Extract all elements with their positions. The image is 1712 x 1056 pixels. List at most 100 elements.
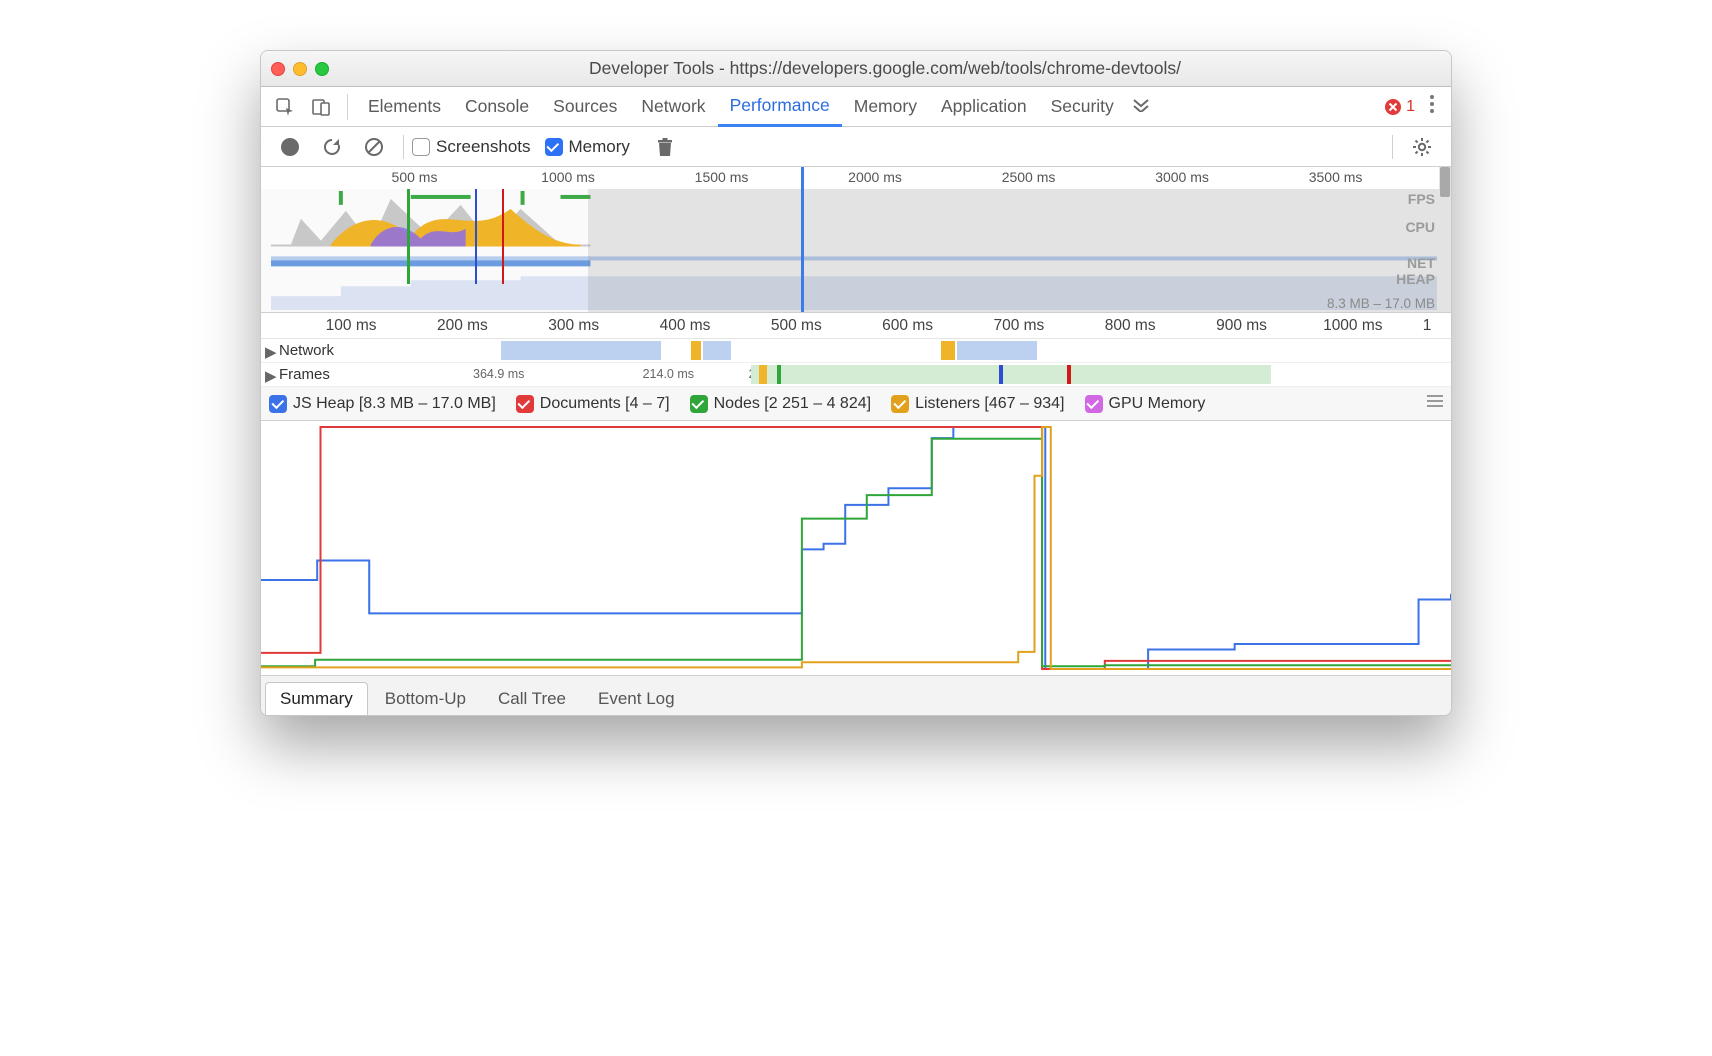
chart-series-js-heap-mb- bbox=[261, 427, 1451, 669]
tab-elements[interactable]: Elements bbox=[356, 87, 453, 127]
legend-checkbox-listeners[interactable] bbox=[891, 395, 909, 413]
overview-scrollbar-handle[interactable] bbox=[1440, 167, 1450, 197]
overview-heap-range: 8.3 MB – 17.0 MB bbox=[1327, 296, 1435, 311]
overview-marker-green bbox=[407, 189, 410, 284]
legend-checkbox-nodes[interactable] bbox=[690, 395, 708, 413]
memory-checkbox[interactable] bbox=[545, 138, 563, 156]
track-network-label: Network bbox=[279, 342, 334, 359]
separator bbox=[403, 135, 404, 159]
detail-tick: 400 ms bbox=[660, 317, 711, 335]
tab-performance[interactable]: Performance bbox=[718, 87, 842, 127]
detail-tick: 500 ms bbox=[771, 317, 822, 335]
chevron-right-icon[interactable]: ▶ bbox=[265, 343, 277, 361]
tab-security[interactable]: Security bbox=[1039, 87, 1126, 127]
devtools-menu-button[interactable] bbox=[1425, 94, 1439, 120]
legend-menu-icon[interactable] bbox=[1427, 394, 1443, 413]
detail-tick: 700 ms bbox=[993, 317, 1044, 335]
memory-chart[interactable] bbox=[261, 421, 1451, 675]
tab-console[interactable]: Console bbox=[453, 87, 541, 127]
memory-label: Memory bbox=[569, 137, 630, 157]
error-count-badge[interactable]: 1 bbox=[1384, 98, 1415, 116]
detail-tick: 800 ms bbox=[1105, 317, 1156, 335]
legend-label-jsheap: JS Heap [8.3 MB – 17.0 MB] bbox=[293, 395, 496, 413]
detail-ruler[interactable]: 100 ms 200 ms 300 ms 400 ms 500 ms 600 ms 700 … bbox=[261, 313, 1451, 339]
frame-time-1: 214.0 ms bbox=[643, 367, 694, 381]
delete-profile-button[interactable] bbox=[650, 132, 680, 162]
overview-dimmed-range bbox=[588, 189, 1439, 312]
legend-checkbox-jsheap[interactable] bbox=[269, 395, 287, 413]
details-tab-call-tree[interactable]: Call Tree bbox=[483, 682, 581, 715]
legend-docs[interactable]: Documents [4 – 7] bbox=[516, 395, 670, 413]
detail-tick: 1 bbox=[1423, 317, 1432, 335]
chart-series-documents bbox=[261, 427, 1451, 669]
detail-tick: 300 ms bbox=[548, 317, 599, 335]
detail-tick: 1000 ms bbox=[1323, 317, 1382, 335]
overview-scrollbar[interactable] bbox=[1439, 167, 1451, 312]
legend-checkbox-docs[interactable] bbox=[516, 395, 534, 413]
tab-network[interactable]: Network bbox=[629, 87, 717, 127]
overview-tick: 3000 ms bbox=[1155, 169, 1209, 185]
detail-tick: 600 ms bbox=[882, 317, 933, 335]
devtools-window: Developer Tools - https://developers.goo… bbox=[260, 50, 1452, 716]
detail-tick: 200 ms bbox=[437, 317, 488, 335]
chart-series-listeners bbox=[261, 427, 1451, 669]
overview-marker-red bbox=[502, 189, 504, 284]
error-count: 1 bbox=[1406, 98, 1415, 116]
legend-label-nodes: Nodes [2 251 – 4 824] bbox=[714, 395, 871, 413]
performance-toolbar: Screenshots Memory bbox=[261, 127, 1451, 167]
details-tab-bottom-up[interactable]: Bottom-Up bbox=[370, 682, 481, 715]
details-tab-summary[interactable]: Summary bbox=[265, 682, 368, 715]
track-frames[interactable]: ▶ Frames 364.9 ms 214.0 ms 222.9 ms bbox=[261, 363, 1451, 387]
overview-playhead[interactable] bbox=[801, 167, 804, 312]
legend-label-docs: Documents [4 – 7] bbox=[540, 395, 670, 413]
overview-tick: 3500 ms bbox=[1309, 169, 1363, 185]
record-button[interactable] bbox=[275, 132, 305, 162]
track-network[interactable]: ▶ Network bbox=[261, 339, 1451, 363]
overview-ruler: 500 ms1000 ms1500 ms2000 ms2500 ms3000 m… bbox=[261, 167, 1451, 189]
detail-tick: 900 ms bbox=[1216, 317, 1267, 335]
inspect-element-icon[interactable] bbox=[271, 93, 299, 121]
window-titlebar: Developer Tools - https://developers.goo… bbox=[261, 51, 1451, 87]
detail-tick: 100 ms bbox=[326, 317, 377, 335]
overview-tick: 1500 ms bbox=[695, 169, 749, 185]
chevron-right-icon[interactable]: ▶ bbox=[265, 367, 277, 385]
legend-checkbox-gpu[interactable] bbox=[1085, 395, 1103, 413]
details-tabstrip: SummaryBottom-UpCall TreeEvent Log bbox=[261, 675, 1451, 715]
chart-series-nodes bbox=[261, 427, 1451, 666]
overview-marker-blue bbox=[475, 189, 477, 284]
minimize-window-button[interactable] bbox=[293, 62, 307, 76]
tab-memory[interactable]: Memory bbox=[842, 87, 929, 127]
legend-nodes[interactable]: Nodes [2 251 – 4 824] bbox=[690, 395, 871, 413]
track-frames-label: Frames bbox=[279, 366, 330, 383]
overview-lane-heap: HEAP bbox=[1396, 271, 1435, 287]
separator bbox=[347, 94, 348, 120]
capture-settings-button[interactable] bbox=[1407, 132, 1437, 162]
device-toolbar-icon[interactable] bbox=[307, 93, 335, 121]
legend-gpu[interactable]: GPU Memory bbox=[1085, 395, 1206, 413]
screenshots-checkbox[interactable] bbox=[412, 138, 430, 156]
zoom-window-button[interactable] bbox=[315, 62, 329, 76]
tab-sources[interactable]: Sources bbox=[541, 87, 629, 127]
overview-tick: 500 ms bbox=[392, 169, 438, 185]
overview-tick: 1000 ms bbox=[541, 169, 595, 185]
overview-lane-cpu: CPU bbox=[1405, 219, 1435, 235]
clear-button[interactable] bbox=[359, 132, 389, 162]
overview-lane-net: NET bbox=[1407, 255, 1435, 271]
frame-time-0: 364.9 ms bbox=[473, 367, 524, 381]
reload-record-button[interactable] bbox=[317, 132, 347, 162]
close-window-button[interactable] bbox=[271, 62, 285, 76]
memory-legend: JS Heap [8.3 MB – 17.0 MB] Documents [4 –… bbox=[261, 387, 1451, 421]
legend-jsheap[interactable]: JS Heap [8.3 MB – 17.0 MB] bbox=[269, 395, 496, 413]
more-tabs-button[interactable] bbox=[1132, 95, 1150, 118]
flame-tracks[interactable]: ▶ Network ▶ Frames 364.9 ms 214.0 ms 222… bbox=[261, 339, 1451, 387]
overview-body[interactable]: FPS CPU NET HEAP 8.3 MB – 17.0 MB bbox=[261, 189, 1439, 312]
separator bbox=[1392, 135, 1393, 159]
legend-label-listeners: Listeners [467 – 934] bbox=[915, 395, 1064, 413]
details-tab-event-log[interactable]: Event Log bbox=[583, 682, 690, 715]
devtools-tabstrip: ElementsConsoleSourcesNetworkPerformance… bbox=[261, 87, 1451, 127]
overview-tick: 2000 ms bbox=[848, 169, 902, 185]
window-title: Developer Tools - https://developers.goo… bbox=[329, 58, 1441, 79]
legend-listeners[interactable]: Listeners [467 – 934] bbox=[891, 395, 1064, 413]
tab-application[interactable]: Application bbox=[929, 87, 1039, 127]
overview-timeline[interactable]: 500 ms1000 ms1500 ms2000 ms2500 ms3000 m… bbox=[261, 167, 1451, 313]
